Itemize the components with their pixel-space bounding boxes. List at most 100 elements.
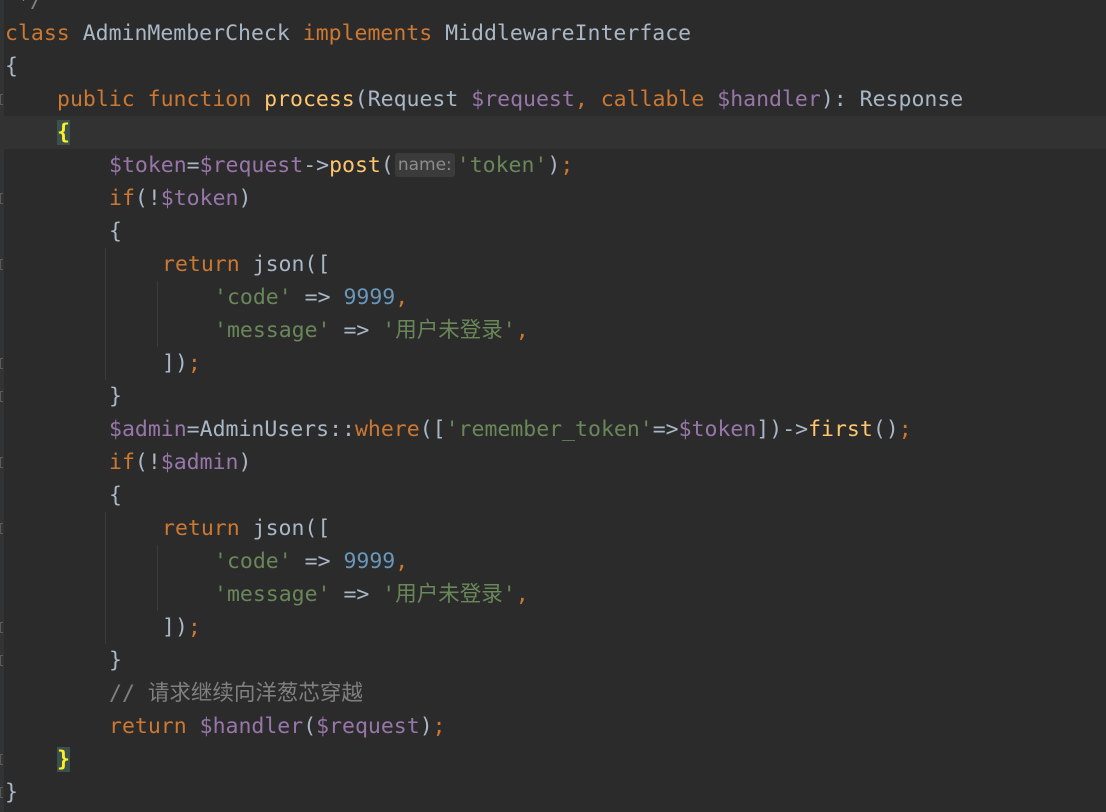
function-where: where <box>354 417 420 442</box>
fold-marker-icon[interactable] <box>0 787 3 798</box>
bracket: [ <box>432 417 446 442</box>
fold-marker-icon[interactable] <box>0 523 3 534</box>
interface-name: MiddlewareInterface <box>445 21 692 46</box>
matched-close-brace: } <box>57 747 70 772</box>
code-line[interactable]: } <box>0 644 1106 677</box>
string-message: 'message' <box>214 318 331 343</box>
keyword-return: return <box>109 714 187 739</box>
not-operator: ! <box>147 450 161 475</box>
code-comment: // 请求继续向洋葱芯穿越 <box>109 681 363 706</box>
string-code: 'code' <box>214 285 292 310</box>
keyword-public: public <box>57 87 135 112</box>
variable-admin: $admin <box>160 450 239 475</box>
keyword-callable: callable <box>600 87 705 112</box>
class-adminusers: AdminUsers <box>199 417 330 442</box>
fold-marker-icon[interactable] <box>0 457 3 468</box>
paren: ( <box>419 417 433 442</box>
fold-marker-icon[interactable] <box>0 94 3 105</box>
code-editor[interactable]: */ class AdminMemberCheck implements Mid… <box>0 0 1106 812</box>
bracket: ] <box>162 615 175 640</box>
paren: ( <box>354 87 368 112</box>
fold-marker-icon[interactable] <box>0 622 3 633</box>
code-line[interactable]: return $handler($request); <box>0 710 1106 743</box>
fat-arrow: => <box>304 549 331 574</box>
assign: = <box>186 417 200 442</box>
code-line[interactable]: 'message' => '用户未登录', <box>0 578 1106 611</box>
keyword-class: class <box>5 21 70 46</box>
variable-request: $request <box>316 714 420 739</box>
code-line[interactable]: return json([ <box>0 248 1106 281</box>
code-line[interactable]: } <box>0 743 1106 776</box>
keyword-return: return <box>162 516 240 541</box>
not-operator: ! <box>147 186 161 211</box>
code-line[interactable]: { <box>0 50 1106 83</box>
comma: , <box>395 285 409 310</box>
paren: ) <box>885 417 899 442</box>
code-line[interactable]: 'code' => 9999, <box>0 545 1106 578</box>
comment-fragment: */ <box>17 0 43 13</box>
variable-token: $token <box>109 153 187 178</box>
code-line[interactable]: class AdminMemberCheck implements Middle… <box>0 17 1106 50</box>
semicolon: ; <box>898 417 912 442</box>
code-line[interactable]: 'message' => '用户未登录', <box>0 314 1106 347</box>
comma: , <box>515 318 529 343</box>
paren: ( <box>303 714 317 739</box>
bracket: ] <box>756 417 770 442</box>
code-line[interactable]: public function process(Request $request… <box>0 83 1106 116</box>
fold-marker-icon[interactable] <box>0 259 3 270</box>
code-line[interactable]: $token=$request->post(name:'token'); <box>0 149 1106 182</box>
code-line[interactable]: $admin=AdminUsers::where(['remember_toke… <box>0 413 1106 446</box>
paren: ( <box>304 252 318 277</box>
function-json: json <box>252 516 305 541</box>
paren: ( <box>134 186 148 211</box>
comma: , <box>395 549 409 574</box>
bracket: [ <box>317 516 331 541</box>
paren: ) <box>820 87 834 112</box>
code-line[interactable]: } <box>0 380 1106 413</box>
fold-marker-icon[interactable] <box>0 193 3 204</box>
string-token: 'token' <box>456 153 548 178</box>
code-line[interactable]: { <box>0 215 1106 248</box>
code-line[interactable]: { <box>0 479 1106 512</box>
paren: ) <box>419 714 433 739</box>
paren: ) <box>238 450 252 475</box>
string-message-value: '用户未登录' <box>382 318 516 343</box>
fold-marker-icon[interactable] <box>0 754 3 765</box>
type-request: Request <box>367 87 459 112</box>
paren: ) <box>174 351 188 376</box>
string-code: 'code' <box>214 549 292 574</box>
function-post: post <box>329 153 381 178</box>
fold-marker-icon[interactable] <box>0 391 3 402</box>
code-line[interactable]: return json([ <box>0 512 1106 545</box>
fat-arrow: => <box>343 582 370 607</box>
fold-marker-icon[interactable] <box>0 358 3 369</box>
code-line[interactable]: ]); <box>0 347 1106 380</box>
code-line[interactable]: 'code' => 9999, <box>0 281 1106 314</box>
paren: ( <box>304 516 318 541</box>
variable-handler: $handler <box>717 87 821 112</box>
code-line[interactable]: if(!$token) <box>0 182 1106 215</box>
method-name: process <box>264 87 355 112</box>
fold-marker-icon[interactable] <box>0 655 3 666</box>
keyword-if: if <box>109 186 135 211</box>
paren: ( <box>380 153 394 178</box>
paren: ( <box>134 450 148 475</box>
code-line[interactable]: */ <box>0 0 1106 17</box>
code-line[interactable]: if(!$admin) <box>0 446 1106 479</box>
return-type: Response <box>859 87 964 112</box>
code-line[interactable]: ]); <box>0 611 1106 644</box>
fat-arrow: => <box>343 318 370 343</box>
open-brace: { <box>109 219 122 244</box>
arrow-operator: -> <box>303 153 330 178</box>
code-line[interactable]: // 请求继续向洋葱芯穿越 <box>0 677 1106 710</box>
number-9999: 9999 <box>343 549 396 574</box>
comma: , <box>574 87 588 112</box>
variable-handler: $handler <box>199 714 304 739</box>
comma: , <box>515 582 529 607</box>
scope-operator: :: <box>329 417 355 442</box>
code-line[interactable]: } <box>0 776 1106 809</box>
fat-arrow: => <box>652 417 679 442</box>
variable-token: $token <box>160 186 239 211</box>
current-code-line[interactable]: { <box>0 116 1106 149</box>
semicolon: ; <box>187 351 201 376</box>
